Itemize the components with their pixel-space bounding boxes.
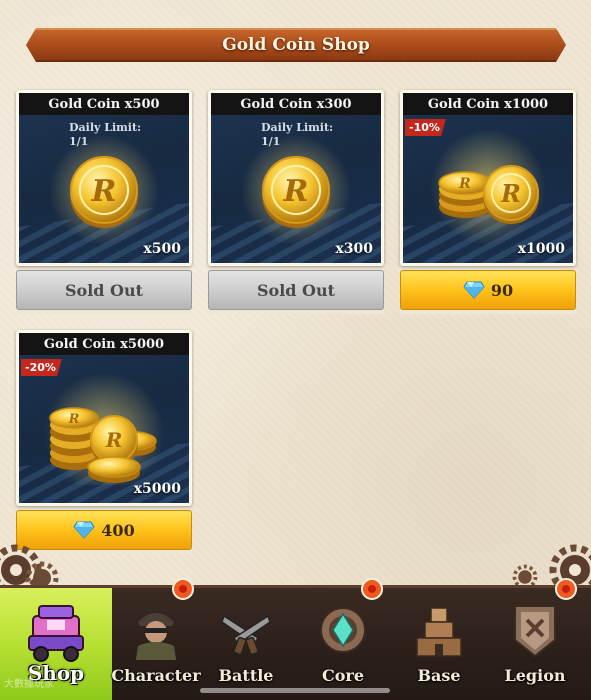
shop-item-gold-1000[interactable]: Gold Coin x1000 -10% R R x1000 90 [400,90,576,314]
bottom-nav: Shop Character Battle Core Base Legion [0,578,591,700]
svg-text:R: R [500,179,521,208]
item-name: Gold Coin x500 [19,93,189,115]
notification-badge [172,578,194,600]
tab-label: Character [111,666,201,685]
shop-title-banner: Gold Coin Shop [26,28,566,62]
item-quantity: x500 [143,241,181,257]
price-value: 90 [490,280,514,300]
watermark: 大數據玩家 [4,679,54,690]
diamond-gem-icon [73,521,95,539]
svg-text:R: R [458,176,471,192]
tab-battle[interactable]: Battle [196,588,296,700]
item-quantity: x5000 [133,481,181,497]
item-quantity: x300 [335,241,373,257]
buy-button[interactable]: 90 [400,270,576,310]
svg-text:R: R [68,412,80,427]
tab-base[interactable]: Base [389,588,489,700]
tab-legion[interactable]: Legion [485,578,585,700]
core-crystal-icon [320,607,366,653]
sold-out-button[interactable]: Sold Out [208,270,384,310]
tab-label: Core [321,666,364,685]
item-quantity: x1000 [517,241,565,257]
shop-item-gold-300[interactable]: Gold Coin x300 Daily Limit: 1/1 R x300 S… [208,90,384,314]
shop-item-gold-5000[interactable]: Gold Coin x5000 -20% R R x5000 400 [16,330,192,554]
gold-coin-stack-icon: R R [430,129,546,245]
tab-label: Legion [504,666,566,685]
soldier-portrait-icon [136,613,176,660]
diamond-gem-icon [463,281,485,299]
price-value: 400 [101,520,135,540]
base-tower-icon [416,607,462,657]
tab-label: Battle [218,666,274,685]
tab-core[interactable]: Core [293,578,393,700]
svg-text:R: R [91,174,117,209]
legion-emblem-icon [514,605,556,658]
svg-text:R: R [105,428,123,452]
notification-badge [361,578,383,600]
tab-character[interactable]: Character [106,578,206,700]
shop-cart-icon [28,605,84,662]
svg-text:R: R [283,174,309,209]
gold-coin-pile-icon: R R [44,373,164,485]
shop-item-gold-500[interactable]: Gold Coin x500 Daily Limit: 1/1 [16,90,192,314]
item-name: Gold Coin x5000 [19,333,189,355]
gold-coin-icon: R [49,135,159,245]
page-title: Gold Coin Shop [222,35,370,55]
crossed-pistols-icon [221,614,271,656]
notification-badge [555,578,577,600]
item-name: Gold Coin x300 [211,93,381,115]
item-name: Gold Coin x1000 [403,93,573,115]
tab-label: Base [417,666,461,685]
sold-out-button[interactable]: Sold Out [16,270,192,310]
gold-coin-icon: R [241,135,351,245]
home-indicator[interactable] [200,688,390,693]
